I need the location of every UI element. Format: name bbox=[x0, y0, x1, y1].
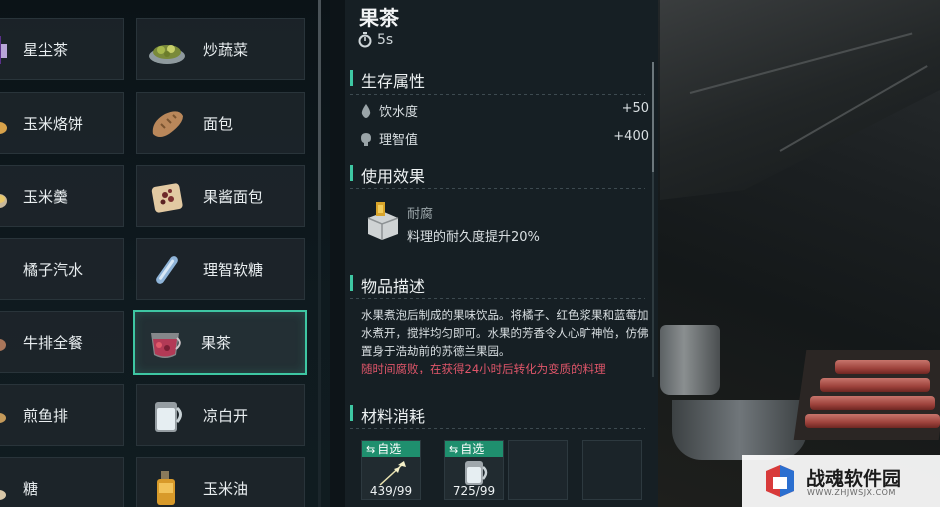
effect-name: 耐腐 bbox=[407, 207, 434, 222]
recipe-label: 理智软糖 bbox=[203, 261, 264, 279]
scene-pot bbox=[660, 325, 720, 395]
recipe-card-niupaiquancan[interactable]: 牛排全餐 bbox=[0, 311, 124, 373]
recipe-card-xingchencha[interactable]: 星尘茶 bbox=[0, 18, 124, 80]
durability-box-icon bbox=[367, 202, 399, 240]
recipe-label: 果茶 bbox=[201, 334, 232, 352]
scene-cauldron bbox=[672, 400, 807, 460]
scene-meat bbox=[805, 414, 940, 428]
recipe-label: 面包 bbox=[203, 115, 234, 133]
recipe-label: 星尘茶 bbox=[23, 41, 69, 59]
section-title-description: 物品描述 bbox=[361, 277, 426, 296]
effect-description: 料理的耐久度提升20% bbox=[407, 230, 540, 245]
watermark-logo-icon bbox=[766, 465, 794, 497]
corn-oil-icon bbox=[157, 471, 175, 505]
self-select-tag[interactable]: ⇆ 自选 bbox=[362, 441, 420, 457]
recipe-card-mianbao[interactable]: 面包 bbox=[136, 92, 305, 154]
swap-icon: ⇆ bbox=[366, 443, 376, 456]
tag-label: 自选 bbox=[460, 442, 485, 456]
recipe-card-tang[interactable]: 糖 bbox=[0, 457, 124, 507]
stat-value: +400 bbox=[613, 129, 649, 144]
item-description: 水果煮泡后制成的果味饮品。将橘子、红色浆果和蓝莓加水煮开，搅拌均匀即可。水果的芳… bbox=[361, 308, 649, 358]
recipe-card-juziqishui[interactable]: 橘子汽水 bbox=[0, 238, 124, 300]
section-divider bbox=[350, 428, 645, 429]
recipe-label: 牛排全餐 bbox=[23, 334, 84, 352]
stat-row-sanity: 理智值 +400 bbox=[361, 129, 649, 149]
recipe-label: 炒蔬菜 bbox=[203, 41, 249, 59]
recipe-card-guojiangmianbao[interactable]: 果酱面包 bbox=[136, 165, 305, 227]
scene-meat bbox=[810, 396, 935, 410]
material-count: 439/99 bbox=[369, 484, 413, 498]
detail-scroll-thumb[interactable] bbox=[652, 62, 654, 172]
water-drop-icon bbox=[361, 104, 371, 118]
cool-water-icon bbox=[155, 402, 182, 432]
jam-bread-icon bbox=[151, 183, 183, 213]
stat-value: +50 bbox=[621, 101, 649, 116]
recipe-card-yumilaobing[interactable]: 玉米烙饼 bbox=[0, 92, 124, 154]
section-title-materials: 材料消耗 bbox=[361, 407, 426, 426]
brain-icon bbox=[361, 133, 371, 146]
section-accent-bar bbox=[350, 165, 353, 181]
recipe-label: 糖 bbox=[23, 480, 39, 498]
watermark-url: WWW.ZHJWSJX.COM bbox=[807, 488, 896, 497]
material-slot[interactable]: ⇆ 自选 439/99 bbox=[361, 440, 421, 500]
section-accent-bar bbox=[350, 275, 353, 291]
section-title-effect: 使用效果 bbox=[361, 167, 426, 186]
stir-fry-vegetables-icon bbox=[149, 45, 185, 64]
watermark-name: 战魂软件园 bbox=[806, 468, 902, 490]
material-count: 725/99 bbox=[452, 484, 496, 498]
recipe-card-lizhiruantang[interactable]: 理智软糖 bbox=[136, 238, 305, 300]
recipe-card-jianyupai[interactable]: 煎鱼排 bbox=[0, 384, 124, 446]
section-accent-bar bbox=[350, 405, 353, 421]
recipe-label: 果酱面包 bbox=[203, 188, 264, 206]
tag-label: 自选 bbox=[377, 442, 402, 456]
section-divider bbox=[350, 298, 645, 299]
recipe-scroll-thumb[interactable] bbox=[318, 0, 321, 210]
section-divider bbox=[350, 94, 645, 95]
swap-icon: ⇆ bbox=[449, 443, 459, 456]
item-title: 果茶 bbox=[359, 6, 399, 30]
section-accent-bar bbox=[350, 70, 353, 86]
recipe-card-yumigeng[interactable]: 玉米羹 bbox=[0, 165, 124, 227]
sanity-gummy-icon bbox=[156, 256, 178, 284]
recipe-label: 煎鱼排 bbox=[23, 407, 69, 425]
recipe-label: 玉米油 bbox=[203, 480, 249, 498]
craft-time: 5s bbox=[377, 32, 394, 48]
recipe-card-liangbaikai[interactable]: 凉白开 bbox=[136, 384, 305, 446]
bread-icon bbox=[152, 111, 183, 137]
section-title-survival: 生存属性 bbox=[361, 72, 426, 91]
recipe-label: 玉米烙饼 bbox=[23, 115, 84, 133]
material-slot-empty bbox=[582, 440, 642, 500]
scene-meat bbox=[820, 378, 930, 392]
recipe-label: 凉白开 bbox=[203, 407, 249, 425]
recipe-label: 玉米羹 bbox=[23, 188, 69, 206]
herb-sprig-icon bbox=[379, 461, 406, 486]
stat-label: 饮水度 bbox=[379, 105, 419, 120]
material-slot-empty bbox=[508, 440, 568, 500]
recipe-card-chaoshucai[interactable]: 炒蔬菜 bbox=[136, 18, 305, 80]
recipe-card-yumiyou[interactable]: 玉米油 bbox=[136, 457, 305, 507]
recipe-card-guocha[interactable]: 果茶 bbox=[133, 310, 307, 375]
section-divider bbox=[350, 188, 645, 189]
spoilage-warning: 随时间腐败，在获得24小时后转化为变质的料理 bbox=[361, 362, 606, 374]
scene-meat bbox=[835, 360, 930, 374]
self-select-tag[interactable]: ⇆ 自选 bbox=[445, 441, 503, 457]
material-slot[interactable]: ⇆ 自选 725/99 bbox=[444, 440, 504, 500]
recipe-label: 橘子汽水 bbox=[23, 261, 84, 279]
stopwatch-icon bbox=[358, 32, 372, 48]
fruit-tea-icon bbox=[151, 333, 181, 358]
water-jar-icon bbox=[465, 461, 488, 485]
stat-label: 理智值 bbox=[379, 133, 419, 148]
stat-row-hydration: 饮水度 +50 bbox=[361, 101, 649, 121]
